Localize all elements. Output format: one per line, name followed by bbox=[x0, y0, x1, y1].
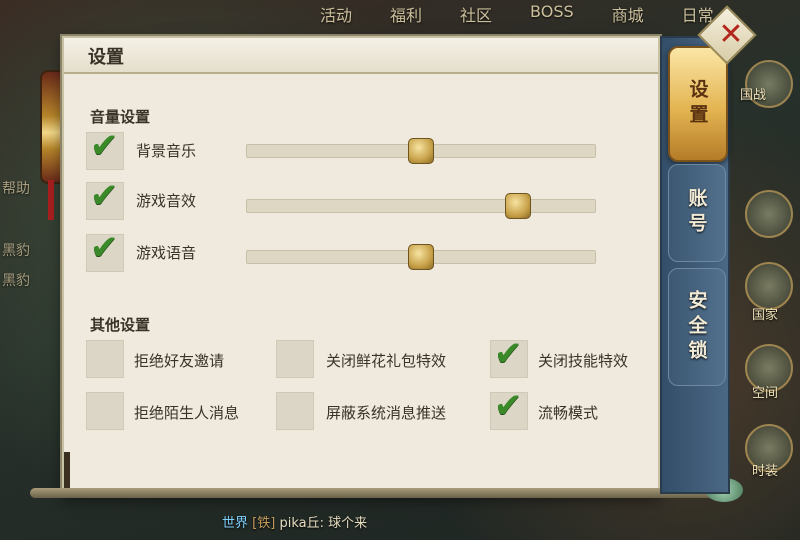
tab-security-lock-label: 安全锁 bbox=[685, 289, 708, 365]
chat-line: 世界 [铁] pika丘: 球个来 bbox=[222, 512, 367, 531]
tab-security-lock[interactable]: 安全锁 bbox=[668, 268, 726, 386]
volume-section-title: 音量设置 bbox=[90, 108, 151, 126]
fashion-label: 时装 bbox=[752, 464, 779, 479]
tassel-decoration bbox=[48, 180, 54, 220]
voice-slider-thumb[interactable] bbox=[408, 244, 434, 270]
menu-community[interactable]: 社区 bbox=[440, 0, 510, 26]
check-icon: ✔ bbox=[90, 228, 119, 268]
menu-boss[interactable]: BOSS bbox=[510, 0, 592, 26]
bgm-slider[interactable] bbox=[246, 138, 596, 164]
panel-header: 设置 bbox=[64, 38, 658, 74]
smooth-mode-checkbox[interactable]: ✔ bbox=[490, 386, 528, 430]
bgm-label: 背景音乐 bbox=[136, 142, 197, 160]
check-icon: ✔ bbox=[494, 334, 523, 374]
refuse-stranger-checkbox[interactable] bbox=[86, 392, 124, 430]
bg-text-panther-2: 黑豹 bbox=[2, 273, 30, 289]
smooth-mode-label: 流畅模式 bbox=[538, 404, 599, 422]
tab-account[interactable]: 账号 bbox=[668, 164, 726, 262]
chat-badge: [铁] bbox=[252, 516, 276, 531]
country-label: 国家 bbox=[752, 308, 779, 323]
sfx-slider[interactable] bbox=[246, 193, 596, 219]
diamond-icon[interactable] bbox=[745, 190, 793, 238]
bg-text-panther-1: 黑豹 bbox=[2, 243, 30, 259]
tab-strip: 设置 账号 安全锁 bbox=[660, 36, 730, 494]
bg-text-help: 帮助 bbox=[2, 181, 30, 197]
voice-label: 游戏语音 bbox=[136, 244, 197, 262]
check-icon: ✔ bbox=[90, 126, 119, 166]
menu-activity[interactable]: 活动 bbox=[300, 0, 370, 26]
block-system-push-checkbox[interactable] bbox=[276, 392, 314, 430]
sfx-checkbox[interactable]: ✔ bbox=[86, 176, 124, 220]
voice-slider[interactable] bbox=[246, 244, 596, 270]
scroll-rod-decoration bbox=[30, 488, 740, 498]
space-label: 空间 bbox=[752, 386, 779, 401]
close-flower-effect-label: 关闭鲜花礼包特效 bbox=[326, 352, 447, 370]
country-icon[interactable] bbox=[745, 262, 793, 310]
national-war-label: 国战 bbox=[740, 88, 767, 103]
voice-checkbox[interactable]: ✔ bbox=[86, 228, 124, 272]
bgm-checkbox[interactable]: ✔ bbox=[86, 126, 124, 170]
close-skill-effect-checkbox[interactable]: ✔ bbox=[490, 334, 528, 378]
check-icon: ✔ bbox=[494, 386, 523, 426]
refuse-friend-checkbox[interactable] bbox=[86, 340, 124, 378]
tab-settings[interactable]: 设置 bbox=[668, 46, 728, 162]
tab-account-label: 账号 bbox=[685, 188, 708, 238]
menu-shop[interactable]: 商城 bbox=[592, 0, 662, 26]
other-section-title: 其他设置 bbox=[90, 316, 151, 334]
menu-welfare[interactable]: 福利 bbox=[370, 0, 440, 26]
close-flower-effect-checkbox[interactable] bbox=[276, 340, 314, 378]
sfx-label: 游戏音效 bbox=[136, 192, 197, 210]
block-system-push-label: 屏蔽系统消息推送 bbox=[326, 404, 447, 422]
panel-title: 设置 bbox=[88, 47, 124, 68]
bgm-slider-thumb[interactable] bbox=[408, 138, 434, 164]
sfx-slider-thumb[interactable] bbox=[505, 193, 531, 219]
scroll-pole-decoration bbox=[64, 452, 70, 492]
settings-panel: 设置 音量设置 ✔ 背景音乐 ✔ 游戏音效 ✔ 游戏语音 其他设置 拒绝好友邀请… bbox=[62, 36, 660, 494]
refuse-friend-label: 拒绝好友邀请 bbox=[134, 352, 225, 370]
chat-text: pika丘: 球个来 bbox=[279, 516, 368, 531]
refuse-stranger-label: 拒绝陌生人消息 bbox=[134, 404, 240, 422]
chat-channel: 世界 bbox=[222, 516, 249, 531]
check-icon: ✔ bbox=[90, 176, 119, 216]
tab-settings-label: 设置 bbox=[686, 79, 709, 129]
close-icon[interactable]: ✕ bbox=[716, 17, 746, 53]
close-skill-effect-label: 关闭技能特效 bbox=[538, 352, 629, 370]
